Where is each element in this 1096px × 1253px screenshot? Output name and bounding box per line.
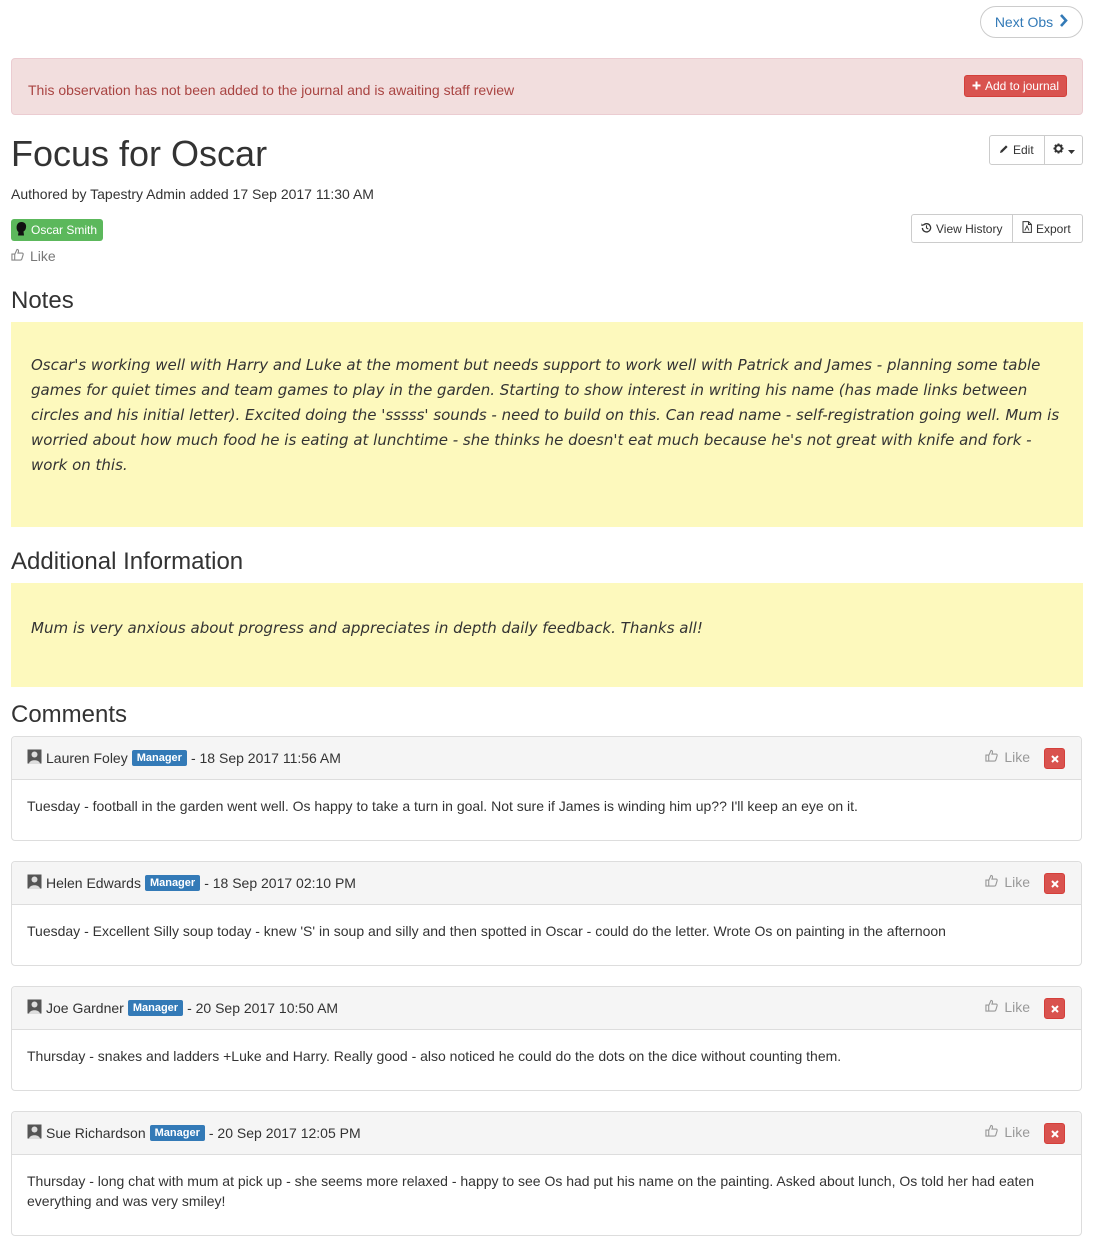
user-avatar-icon — [27, 874, 42, 892]
notes-heading: Notes — [11, 287, 74, 314]
edit-label: Edit — [1013, 143, 1034, 157]
comment-body: Thursday - snakes and ladders +Luke and … — [27, 1048, 842, 1064]
comment-header: Lauren Foley Manager - 18 Sep 2017 11:56… — [12, 737, 1081, 780]
comment-like-label: Like — [1004, 999, 1030, 1015]
comment-like-button[interactable]: Like — [985, 999, 1030, 1015]
like-button[interactable]: Like — [11, 248, 56, 264]
thumbs-up-icon — [985, 999, 999, 1015]
comment-header: Helen Edwards Manager - 18 Sep 2017 02:1… — [12, 862, 1081, 905]
comment-like-button[interactable]: Like — [985, 874, 1030, 890]
delete-comment-button[interactable] — [1044, 873, 1065, 894]
next-obs-label: Next Obs — [994, 14, 1054, 30]
user-avatar-icon — [27, 999, 42, 1017]
add-to-journal-label: Add to journal — [984, 79, 1059, 93]
caret-down-icon — [1067, 143, 1075, 157]
additional-info-text: Mum is very anxious about progress and a… — [31, 619, 703, 637]
next-obs-button[interactable]: Next Obs — [980, 6, 1083, 38]
edit-button-group: Edit — [989, 135, 1083, 165]
close-icon — [1050, 877, 1059, 891]
alert-message: This observation has not been added to t… — [28, 82, 515, 98]
view-history-button[interactable]: View History — [911, 214, 1013, 243]
comment-item: Lauren Foley Manager - 18 Sep 2017 11:56… — [11, 736, 1082, 841]
notes-text: Oscar's working well with Harry and Luke… — [31, 356, 1060, 474]
comment-like-button[interactable]: Like — [985, 1124, 1030, 1140]
close-icon — [1050, 1002, 1059, 1016]
comment-like-button[interactable]: Like — [985, 749, 1030, 765]
additional-info-heading: Additional Information — [11, 548, 244, 575]
comment-author: Sue Richardson — [46, 1125, 146, 1141]
thumbs-up-icon — [11, 248, 24, 264]
additional-info-box: Mum is very anxious about progress and a… — [11, 583, 1083, 687]
close-icon — [1050, 752, 1059, 766]
comment-item: Joe Gardner Manager - 20 Sep 2017 10:50 … — [11, 986, 1082, 1091]
comment-date: - 20 Sep 2017 10:50 AM — [187, 1000, 339, 1016]
role-badge: Manager — [127, 1000, 184, 1016]
comment-date: - 20 Sep 2017 12:05 PM — [208, 1125, 361, 1141]
like-label: Like — [30, 248, 56, 264]
settings-dropdown-button[interactable] — [1045, 135, 1083, 165]
comment-like-label: Like — [1004, 1124, 1030, 1140]
delete-comment-button[interactable] — [1044, 998, 1065, 1019]
comment-body: Tuesday - football in the garden went we… — [27, 798, 858, 814]
delete-comment-button[interactable] — [1044, 748, 1065, 769]
thumbs-up-icon — [985, 1124, 999, 1140]
role-badge: Manager — [144, 875, 201, 891]
delete-comment-button[interactable] — [1044, 1123, 1065, 1144]
gear-icon — [1052, 143, 1064, 157]
plus-icon — [972, 79, 981, 93]
history-icon — [921, 222, 932, 236]
comment-author: Joe Gardner — [46, 1000, 124, 1016]
user-avatar-icon — [27, 1124, 42, 1142]
page-title: Focus for Oscar — [11, 133, 268, 174]
export-button[interactable]: Export — [1013, 214, 1083, 243]
pencil-icon — [999, 143, 1009, 157]
pdf-file-icon — [1022, 221, 1032, 236]
role-badge: Manager — [131, 750, 187, 766]
child-name: Oscar Smith — [31, 223, 98, 237]
view-history-label: View History — [936, 221, 1003, 236]
notes-box: Oscar's working well with Harry and Luke… — [11, 322, 1083, 527]
comment-author: Lauren Foley — [46, 750, 128, 766]
role-badge: Manager — [149, 1125, 205, 1141]
comment-date: - 18 Sep 2017 11:56 AM — [190, 750, 341, 766]
author-line: Authored by Tapestry Admin added 17 Sep … — [11, 186, 374, 202]
comment-body: Tuesday - Excellent Silly soup today - k… — [27, 923, 946, 939]
child-badge[interactable]: Oscar Smith — [11, 219, 104, 241]
thumbs-up-icon — [985, 749, 999, 765]
comment-like-label: Like — [1004, 749, 1030, 765]
comment-header: Sue Richardson Manager - 20 Sep 2017 12:… — [12, 1112, 1081, 1155]
comments-heading: Comments — [11, 701, 128, 728]
comment-item: Helen Edwards Manager - 18 Sep 2017 02:1… — [11, 861, 1082, 966]
comment-header: Joe Gardner Manager - 20 Sep 2017 10:50 … — [12, 987, 1081, 1030]
thumbs-up-icon — [985, 874, 999, 890]
comment-item: Sue Richardson Manager - 20 Sep 2017 12:… — [11, 1111, 1082, 1236]
add-to-journal-button[interactable]: Add to journal — [963, 75, 1067, 97]
comment-like-label: Like — [1004, 874, 1030, 890]
comment-date: - 18 Sep 2017 02:10 PM — [204, 875, 356, 891]
export-label: Export — [1036, 221, 1071, 236]
child-avatar-icon — [15, 221, 28, 239]
history-export-group: View History Export — [911, 214, 1083, 243]
comment-body: Thursday - long chat with mum at pick up… — [27, 1173, 1035, 1209]
edit-button[interactable]: Edit — [989, 135, 1045, 165]
user-avatar-icon — [27, 749, 42, 767]
close-icon — [1050, 1127, 1059, 1141]
review-alert: This observation has not been added to t… — [11, 58, 1083, 115]
comment-author: Helen Edwards — [46, 875, 141, 891]
chevron-right-icon — [1059, 13, 1068, 31]
